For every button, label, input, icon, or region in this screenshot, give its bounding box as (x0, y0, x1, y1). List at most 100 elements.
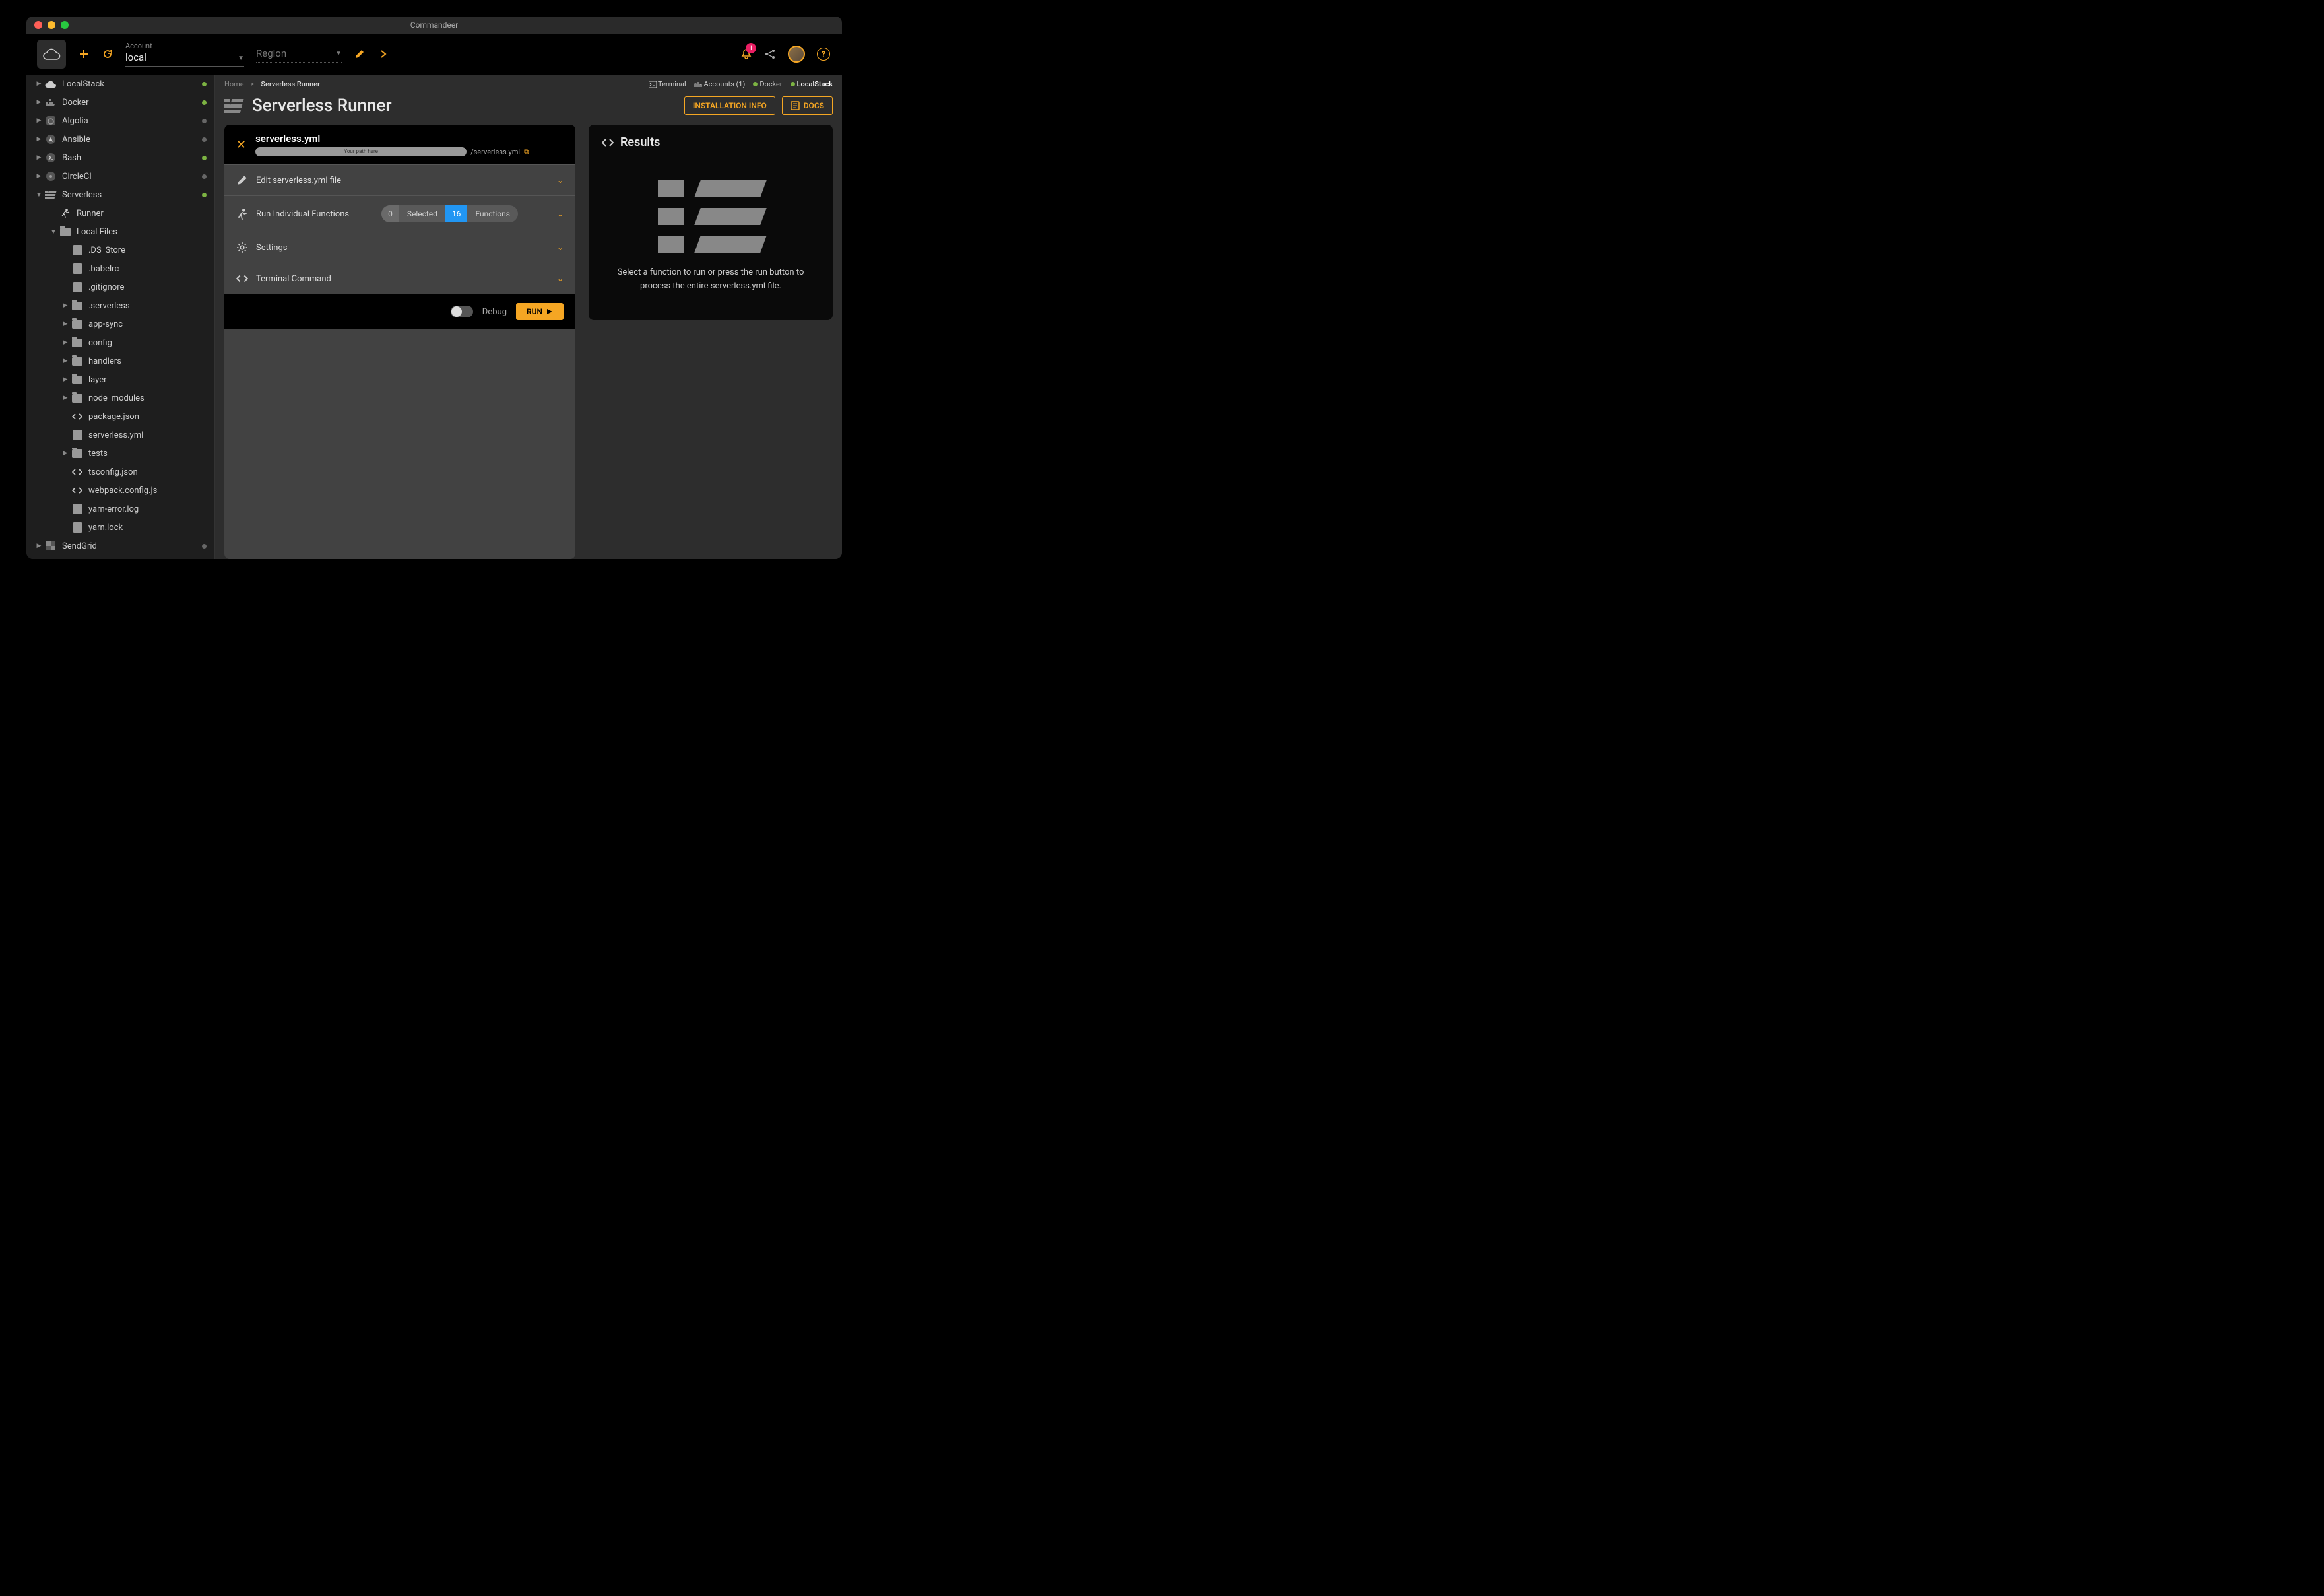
sidebar-item-webpack-config-js[interactable]: webpack.config.js (26, 481, 214, 500)
region-value: Region (256, 46, 286, 62)
tree-label: yarn-error.log (88, 504, 139, 514)
refresh-icon[interactable] (102, 48, 113, 60)
window-title: Commandeer (410, 20, 458, 30)
topbar: Account local ▼ Region ▼ 1 ? (26, 34, 842, 75)
sidebar-item-algolia[interactable]: ▶ Algolia (26, 112, 214, 130)
tree-caret-icon: ▶ (36, 117, 42, 124)
status-accounts[interactable]: Accounts (1) (694, 80, 746, 88)
sidebar-item-slack[interactable]: ▶Slack (26, 555, 214, 559)
status-docker[interactable]: Docker (753, 80, 782, 88)
debug-toggle[interactable] (451, 306, 473, 317)
file-icon (71, 244, 83, 256)
forward-icon[interactable] (377, 48, 389, 60)
sidebar-item-docker[interactable]: ▶Docker (26, 93, 214, 112)
sidebar-item-serverless-yml[interactable]: serverless.yml (26, 426, 214, 444)
results-title: Results (620, 135, 660, 149)
function-counts: 0 Selected 16 Functions (381, 205, 518, 222)
tree-label: Docker (62, 98, 89, 108)
notifications-icon[interactable]: 1 (740, 48, 752, 60)
docs-button[interactable]: DOCS (782, 96, 833, 115)
close-icon[interactable]: ✕ (236, 138, 246, 152)
sidebar-item--gitignore[interactable]: .gitignore (26, 278, 214, 296)
run-button[interactable]: RUN (516, 303, 564, 320)
algolia-icon (45, 115, 57, 127)
tree-caret-icon: ▶ (62, 450, 69, 457)
sidebar-item-runner[interactable]: Runner (26, 204, 214, 222)
traffic-lights (34, 21, 69, 29)
tree-caret-icon: ▶ (62, 302, 69, 309)
external-link-icon[interactable]: ⧉ (524, 149, 529, 156)
account-value: local (125, 50, 146, 66)
folder-icon (71, 300, 83, 312)
settings-row[interactable]: Settings ⌄ (224, 232, 575, 263)
tree-caret-icon: ▼ (36, 191, 42, 199)
circleci-icon (45, 170, 57, 182)
tree-label: Runner (77, 209, 104, 218)
edit-file-row[interactable]: Edit serverless.yml file ⌄ (224, 164, 575, 195)
sidebar-item-layer[interactable]: ▶layer (26, 370, 214, 389)
tree-caret-icon: ▶ (36, 81, 42, 87)
sidebar-item-serverless[interactable]: ▼Serverless (26, 185, 214, 204)
terminal-row[interactable]: Terminal Command ⌄ (224, 263, 575, 294)
sendgrid-icon (45, 540, 57, 552)
sidebar-item-node-modules[interactable]: ▶node_modules (26, 389, 214, 407)
account-label: Account (125, 42, 244, 50)
share-icon[interactable] (764, 48, 776, 60)
sidebar-item--babelrc[interactable]: .babelrc (26, 259, 214, 278)
edit-icon[interactable] (354, 48, 366, 60)
installation-info-button[interactable]: INSTALLATION INFO (684, 96, 775, 115)
status-dot (202, 156, 207, 160)
tree-caret-icon: ▶ (36, 154, 42, 161)
window-minimize[interactable] (48, 21, 55, 29)
sidebar-item-localstack[interactable]: ▶LocalStack (26, 75, 214, 93)
functions-label: Functions (467, 209, 518, 218)
path-input[interactable]: Your path here (255, 147, 467, 156)
breadcrumb: Home > Serverless Runner Terminal Accoun… (215, 75, 842, 93)
app-logo[interactable] (37, 40, 66, 69)
ansible-icon (45, 133, 57, 145)
user-avatar[interactable] (788, 46, 805, 63)
caret-down-icon: ▼ (335, 50, 342, 57)
sidebar-item-tsconfig-json[interactable]: tsconfig.json (26, 463, 214, 481)
breadcrumb-home[interactable]: Home (224, 80, 244, 88)
code-icon (602, 138, 614, 147)
status-localstack[interactable]: LocalStack (791, 80, 833, 88)
folder-icon (71, 448, 83, 459)
gear-icon (236, 242, 248, 253)
sidebar-item-circleci[interactable]: ▶CircleCI (26, 167, 214, 185)
window-close[interactable] (34, 21, 42, 29)
sidebar-item-handlers[interactable]: ▶handlers (26, 352, 214, 370)
code-icon (236, 273, 248, 284)
tree-caret-icon: ▶ (36, 543, 42, 549)
sidebar-item-yarn-lock[interactable]: yarn.lock (26, 518, 214, 537)
sidebar-item-local-files[interactable]: ▼Local Files (26, 222, 214, 241)
sidebar-item-yarn-error-log[interactable]: yarn-error.log (26, 500, 214, 518)
add-icon[interactable] (78, 48, 90, 60)
status-dot (202, 544, 207, 549)
tree-label: Bash (62, 153, 81, 163)
sidebar-item-config[interactable]: ▶config (26, 333, 214, 352)
sidebar-item-package-json[interactable]: package.json (26, 407, 214, 426)
run-functions-row[interactable]: Run Individual Functions 0 Selected 16 F… (224, 195, 575, 232)
serverless-icon (224, 98, 244, 114)
chevron-down-icon: ⌄ (557, 243, 564, 252)
sidebar-item--ds-store[interactable]: .DS_Store (26, 241, 214, 259)
selected-label: Selected (399, 209, 445, 218)
tree-label: layer (88, 375, 107, 385)
sidebar-item--serverless[interactable]: ▶.serverless (26, 296, 214, 315)
sidebar-item-tests[interactable]: ▶tests (26, 444, 214, 463)
account-select[interactable]: Account local ▼ (125, 42, 244, 67)
tree-caret-icon: ▶ (62, 395, 69, 401)
tree-caret-icon: ▶ (62, 339, 69, 346)
window-maximize[interactable] (61, 21, 69, 29)
sidebar-item-bash[interactable]: ▶ Bash (26, 149, 214, 167)
sidebar-item-sendgrid[interactable]: ▶SendGrid (26, 537, 214, 555)
status-terminal[interactable]: Terminal (649, 80, 686, 88)
app-window: Commandeer Account local ▼ Region ▼ (26, 17, 842, 559)
sidebar-item-ansible[interactable]: ▶Ansible (26, 130, 214, 149)
sidebar-item-app-sync[interactable]: ▶app-sync (26, 315, 214, 333)
file-card: ✕ serverless.yml Your path here /serverl… (224, 125, 575, 559)
region-select[interactable]: Region ▼ (256, 46, 342, 63)
tree-label: Algolia (62, 116, 88, 126)
help-icon[interactable]: ? (817, 48, 830, 61)
